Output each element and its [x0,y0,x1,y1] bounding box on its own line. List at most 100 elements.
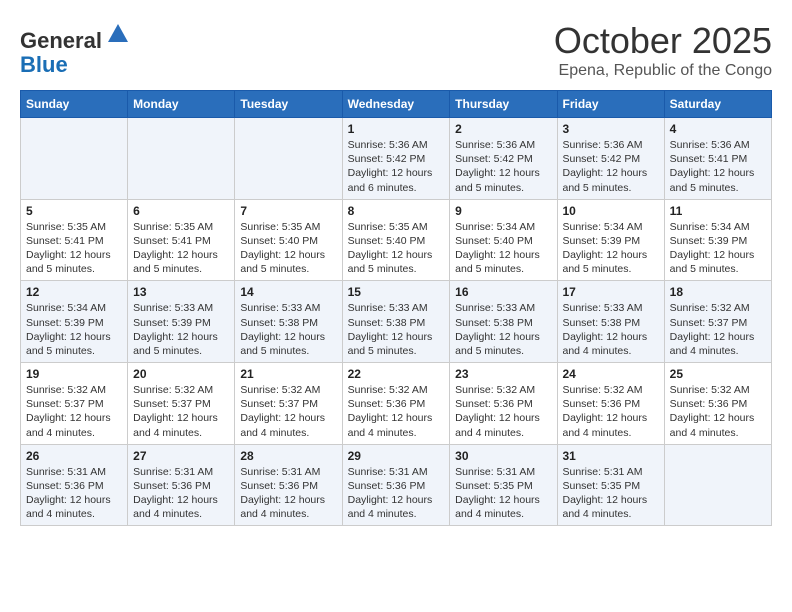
calendar-cell [21,118,128,200]
day-info: Sunrise: 5:31 AMSunset: 5:35 PMDaylight:… [455,465,551,522]
day-number: 14 [240,285,336,299]
day-number: 16 [455,285,551,299]
calendar-cell: 3 Sunrise: 5:36 AMSunset: 5:42 PMDaylight… [557,118,664,200]
day-number: 2 [455,122,551,136]
day-number: 26 [26,449,122,463]
day-number: 20 [133,367,229,381]
title-block: October 2025 Epena, Republic of the Cong… [554,20,772,80]
day-number: 31 [563,449,659,463]
day-info: Sunrise: 5:34 AMSunset: 5:39 PMDaylight:… [26,301,122,358]
col-header-thursday: Thursday [450,91,557,118]
day-number: 9 [455,204,551,218]
day-info: Sunrise: 5:32 AMSunset: 5:36 PMDaylight:… [563,383,659,440]
calendar-week-2: 5 Sunrise: 5:35 AMSunset: 5:41 PMDaylight… [21,199,772,281]
day-number: 6 [133,204,229,218]
day-number: 12 [26,285,122,299]
day-info: Sunrise: 5:31 AMSunset: 5:36 PMDaylight:… [26,465,122,522]
day-info: Sunrise: 5:31 AMSunset: 5:36 PMDaylight:… [240,465,336,522]
calendar-cell: 13 Sunrise: 5:33 AMSunset: 5:39 PMDayligh… [128,281,235,363]
calendar-cell: 25 Sunrise: 5:32 AMSunset: 5:36 PMDayligh… [664,363,771,445]
day-number: 27 [133,449,229,463]
day-info: Sunrise: 5:35 AMSunset: 5:41 PMDaylight:… [133,220,229,277]
calendar-cell: 24 Sunrise: 5:32 AMSunset: 5:36 PMDayligh… [557,363,664,445]
logo-icon [104,20,132,48]
calendar-cell: 31 Sunrise: 5:31 AMSunset: 5:35 PMDayligh… [557,444,664,526]
logo-general: General [20,28,102,53]
calendar-cell: 21Sunrise: 5:32 AMSunset: 5:37 PMDayligh… [235,363,342,445]
logo-blue: Blue [20,52,68,77]
calendar-cell: 14 Sunrise: 5:33 AMSunset: 5:38 PMDayligh… [235,281,342,363]
day-info: Sunrise: 5:31 AMSunset: 5:35 PMDaylight:… [563,465,659,522]
day-info: Sunrise: 5:36 AMSunset: 5:42 PMDaylight:… [563,138,659,195]
day-info: Sunrise: 5:31 AMSunset: 5:36 PMDaylight:… [133,465,229,522]
calendar-cell [235,118,342,200]
day-info: Sunrise: 5:31 AMSunset: 5:36 PMDaylight:… [348,465,445,522]
day-number: 11 [670,204,766,218]
calendar-cell: 16 Sunrise: 5:33 AMSunset: 5:38 PMDayligh… [450,281,557,363]
calendar-cell: 23 Sunrise: 5:32 AMSunset: 5:36 PMDayligh… [450,363,557,445]
day-info: Sunrise: 5:33 AMSunset: 5:38 PMDaylight:… [455,301,551,358]
col-header-sunday: Sunday [21,91,128,118]
day-number: 3 [563,122,659,136]
calendar-cell: 17 Sunrise: 5:33 AMSunset: 5:38 PMDayligh… [557,281,664,363]
day-number: 21 [240,367,336,381]
day-info: Sunrise: 5:34 AMSunset: 5:39 PMDaylight:… [563,220,659,277]
day-number: 7 [240,204,336,218]
col-header-friday: Friday [557,91,664,118]
day-number: 24 [563,367,659,381]
calendar-cell: 9 Sunrise: 5:34 AMSunset: 5:40 PMDaylight… [450,199,557,281]
day-number: 15 [348,285,445,299]
day-number: 5 [26,204,122,218]
col-header-monday: Monday [128,91,235,118]
calendar-cell: 28 Sunrise: 5:31 AMSunset: 5:36 PMDayligh… [235,444,342,526]
day-number: 30 [455,449,551,463]
calendar-week-1: 1 Sunrise: 5:36 AMSunset: 5:42 PMDaylight… [21,118,772,200]
calendar-cell: 27 Sunrise: 5:31 AMSunset: 5:36 PMDayligh… [128,444,235,526]
calendar-cell: 29Sunrise: 5:31 AMSunset: 5:36 PMDayligh… [342,444,450,526]
calendar-table: SundayMondayTuesdayWednesdayThursdayFrid… [20,90,772,526]
day-info: Sunrise: 5:32 AMSunset: 5:36 PMDaylight:… [348,383,445,440]
day-number: 1 [348,122,445,136]
page-header: General Blue October 2025 Epena, Republi… [20,20,772,80]
day-info: Sunrise: 5:33 AMSunset: 5:39 PMDaylight:… [133,301,229,358]
day-number: 17 [563,285,659,299]
day-number: 23 [455,367,551,381]
day-number: 18 [670,285,766,299]
day-info: Sunrise: 5:33 AMSunset: 5:38 PMDaylight:… [240,301,336,358]
calendar-cell: 18Sunrise: 5:32 AMSunset: 5:37 PMDayligh… [664,281,771,363]
day-info: Sunrise: 5:35 AMSunset: 5:40 PMDaylight:… [240,220,336,277]
col-header-tuesday: Tuesday [235,91,342,118]
calendar-cell: 30 Sunrise: 5:31 AMSunset: 5:35 PMDayligh… [450,444,557,526]
day-info: Sunrise: 5:32 AMSunset: 5:36 PMDaylight:… [670,383,766,440]
calendar-cell: 6 Sunrise: 5:35 AMSunset: 5:41 PMDaylight… [128,199,235,281]
day-number: 28 [240,449,336,463]
calendar-cell [664,444,771,526]
day-info: Sunrise: 5:32 AMSunset: 5:37 PMDaylight:… [26,383,122,440]
day-info: Sunrise: 5:35 AMSunset: 5:41 PMDaylight:… [26,220,122,277]
day-number: 25 [670,367,766,381]
calendar-cell: 15Sunrise: 5:33 AMSunset: 5:38 PMDayligh… [342,281,450,363]
calendar-cell: 1 Sunrise: 5:36 AMSunset: 5:42 PMDaylight… [342,118,450,200]
day-info: Sunrise: 5:36 AMSunset: 5:42 PMDaylight:… [348,138,445,195]
logo: General Blue [20,20,132,77]
day-number: 13 [133,285,229,299]
calendar-cell: 26 Sunrise: 5:31 AMSunset: 5:36 PMDayligh… [21,444,128,526]
day-info: Sunrise: 5:32 AMSunset: 5:37 PMDaylight:… [133,383,229,440]
calendar-cell: 8Sunrise: 5:35 AMSunset: 5:40 PMDaylight… [342,199,450,281]
calendar-cell: 19Sunrise: 5:32 AMSunset: 5:37 PMDayligh… [21,363,128,445]
calendar-cell: 4Sunrise: 5:36 AMSunset: 5:41 PMDaylight… [664,118,771,200]
month-title: October 2025 [554,20,772,62]
day-info: Sunrise: 5:34 AMSunset: 5:40 PMDaylight:… [455,220,551,277]
location-title: Epena, Republic of the Congo [554,62,772,80]
day-number: 8 [348,204,445,218]
calendar-cell: 20 Sunrise: 5:32 AMSunset: 5:37 PMDayligh… [128,363,235,445]
day-info: Sunrise: 5:36 AMSunset: 5:42 PMDaylight:… [455,138,551,195]
col-header-wednesday: Wednesday [342,91,450,118]
calendar-cell: 5 Sunrise: 5:35 AMSunset: 5:41 PMDaylight… [21,199,128,281]
calendar-week-3: 12 Sunrise: 5:34 AMSunset: 5:39 PMDayligh… [21,281,772,363]
day-info: Sunrise: 5:33 AMSunset: 5:38 PMDaylight:… [563,301,659,358]
day-info: Sunrise: 5:34 AMSunset: 5:39 PMDaylight:… [670,220,766,277]
day-info: Sunrise: 5:32 AMSunset: 5:36 PMDaylight:… [455,383,551,440]
calendar-cell: 11 Sunrise: 5:34 AMSunset: 5:39 PMDayligh… [664,199,771,281]
calendar-week-5: 26 Sunrise: 5:31 AMSunset: 5:36 PMDayligh… [21,444,772,526]
